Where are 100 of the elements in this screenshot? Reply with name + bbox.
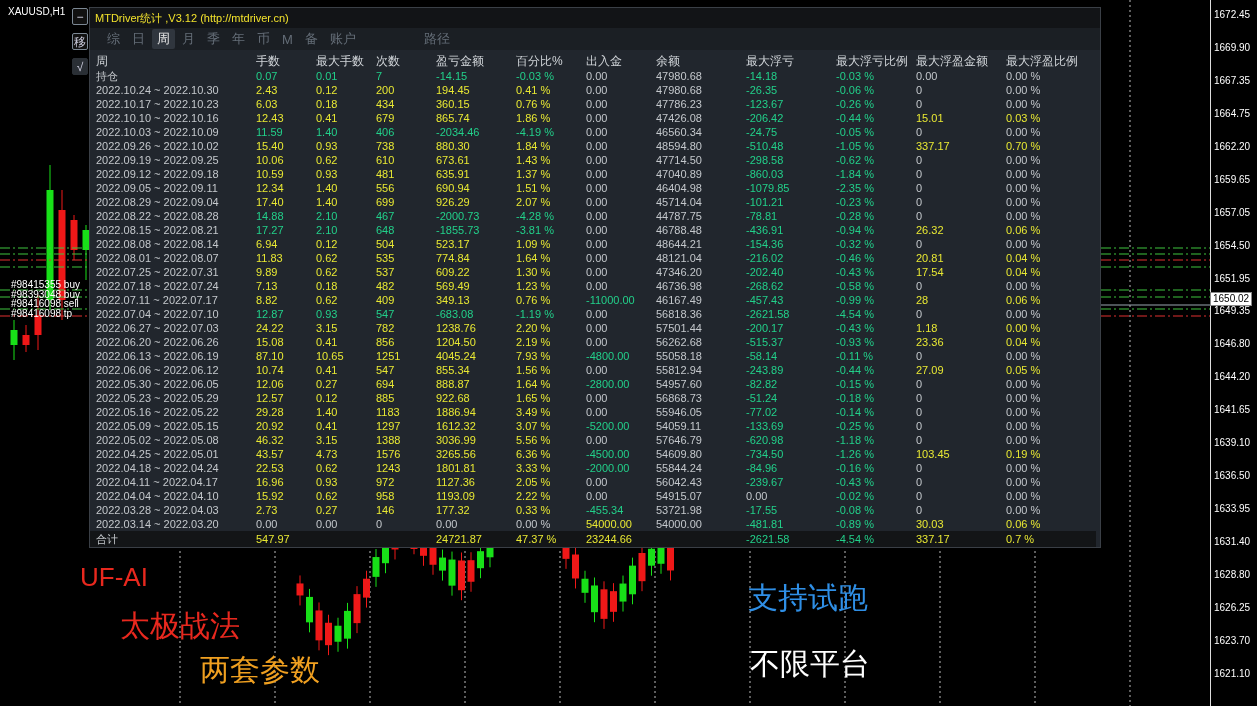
table-cell-text: 1193.09 <box>436 489 476 503</box>
tab[interactable]: 币 <box>252 29 275 49</box>
table-cell-text: 0.00 <box>586 125 609 139</box>
toolbar-button[interactable]: − <box>72 8 88 25</box>
table-cell-text: 1238.76 <box>436 321 477 335</box>
table-cell-text: 2022.05.16 ~ 2022.05.22 <box>96 405 220 419</box>
table-cell-text: 0.62 <box>316 153 339 167</box>
table-cell-text: 43.57 <box>256 447 285 461</box>
table-cell-text: 2022.05.23 ~ 2022.05.29 <box>96 391 220 405</box>
table-cell-text: 337.17 <box>916 139 951 153</box>
tab[interactable]: 周 <box>152 29 175 49</box>
table-cell-text: -2621.58 <box>746 532 791 547</box>
table-cell-text: 0.00 % <box>1006 195 1042 209</box>
table-cell-text: -77.02 <box>746 405 779 419</box>
table-cell-text: -14.18 <box>746 69 779 83</box>
candle <box>315 601 323 651</box>
table-cell-text: -1855.73 <box>436 223 481 237</box>
table-cell-text: 2022.04.04 ~ 2022.04.10 <box>96 489 220 503</box>
table-cell-text: 55844.24 <box>656 461 703 475</box>
tab[interactable]: 备 <box>299 29 323 49</box>
table-cell-text: -481.81 <box>746 517 785 531</box>
table-cell-text: 434 <box>376 97 396 111</box>
table-cell-text: 0.00 % <box>1006 349 1042 363</box>
table-cell-text: 1.40 <box>316 181 339 195</box>
table-cell-text: 1204.50 <box>436 335 477 349</box>
table-cell-text: 2022.05.30 ~ 2022.06.05 <box>96 377 220 391</box>
table-cell-text: 0.00 % <box>1006 153 1042 167</box>
table-cell-text: 0.00 <box>586 321 609 335</box>
column-header: 周 <box>96 53 109 69</box>
table-cell-text: 2022.10.10 ~ 2022.10.16 <box>96 111 220 125</box>
table-cell-text: 0.04 % <box>1006 265 1042 279</box>
tab[interactable]: 季 <box>202 29 225 49</box>
table-cell-text: 2022.08.01 ~ 2022.08.07 <box>96 251 220 265</box>
table-cell-text: 2022.10.24 ~ 2022.10.30 <box>96 83 220 97</box>
table-cell-text: -2800.00 <box>586 377 631 391</box>
table-cell-text: 56818.36 <box>656 307 703 321</box>
table-cell-text: 56042.43 <box>656 475 703 489</box>
table-cell-text: 885 <box>376 391 396 405</box>
table-cell-text: 0.00 <box>916 69 939 83</box>
table-cell-text: 0 <box>916 433 924 447</box>
table-cell-text: -734.50 <box>746 447 785 461</box>
table-cell-text: 46.32 <box>256 433 285 447</box>
column-header: 余额 <box>656 53 681 69</box>
table-cell-text: 20.81 <box>916 251 945 265</box>
tab[interactable]: 月 <box>177 29 200 49</box>
tab[interactable]: 路径 <box>418 29 455 49</box>
tab[interactable]: 综 <box>102 29 125 49</box>
table-cell-text: 610 <box>376 153 396 167</box>
table-cell-text: 0.12 <box>316 391 339 405</box>
tab[interactable]: 账户 <box>324 29 361 49</box>
candle <box>82 224 90 281</box>
table-cell-text: -4.19 % <box>516 125 555 139</box>
table-cell-text: 774.84 <box>436 251 471 265</box>
table-cell-text: 2022.06.20 ~ 2022.06.26 <box>96 335 220 349</box>
table-cell-text: 0.00 % <box>1006 489 1042 503</box>
table-cell-text: 2022.08.15 ~ 2022.08.21 <box>96 223 220 237</box>
tab[interactable]: 日 <box>127 29 150 49</box>
promo-text: 不限平台 <box>750 646 870 682</box>
table-cell-text: -0.06 % <box>836 83 875 97</box>
table-cell-text: 0.00 <box>586 265 609 279</box>
column-header: 最大浮盈金额 <box>916 53 989 69</box>
column-header: 最大浮亏比例 <box>836 53 909 69</box>
table-cell-text: 7 <box>376 69 384 83</box>
table-cell-text: 0.62 <box>316 489 339 503</box>
price-label: 1659.65 <box>1213 173 1252 186</box>
table-cell-text: 54957.60 <box>656 377 703 391</box>
table-cell-text: 46788.48 <box>656 223 703 237</box>
candle <box>581 570 589 604</box>
table-cell-text: 0.00 <box>586 391 609 405</box>
table-cell-text: -14.15 <box>436 69 469 83</box>
table-cell-text: 1127.36 <box>436 475 476 489</box>
candle <box>70 214 78 261</box>
toolbar-button[interactable]: 移 <box>72 33 88 50</box>
table-cell-text: 15.40 <box>256 139 285 153</box>
table-cell-text: 0.00 % <box>1006 237 1042 251</box>
column-header: 最大浮亏 <box>746 53 795 69</box>
table-cell-text: 0 <box>916 181 924 195</box>
table-cell-text: 0.93 <box>316 307 339 321</box>
table-cell-text: 2022.04.25 ~ 2022.05.01 <box>96 447 220 461</box>
candle <box>429 546 437 576</box>
price-label: 1649.35 <box>1213 305 1252 318</box>
column-header: 次数 <box>376 53 401 69</box>
table-cell-text: 3.15 <box>316 433 339 447</box>
table-cell-text: 569.49 <box>436 279 471 293</box>
tab[interactable]: M <box>277 30 298 48</box>
table-cell-text: -510.48 <box>746 139 785 153</box>
table-cell-text: 29.28 <box>256 405 285 419</box>
table-cell-text: -0.03 % <box>836 69 875 83</box>
tab[interactable]: 年 <box>227 29 250 49</box>
table-cell-text: 1886.94 <box>436 405 477 419</box>
table-cell-text: 0.00 <box>316 517 339 531</box>
price-label: 1623.70 <box>1213 634 1252 647</box>
table-cell-text: -2.35 % <box>836 181 875 195</box>
table-cell-text: 673.61 <box>436 153 471 167</box>
table-cell-text: 合计 <box>96 532 119 547</box>
table-cell-text: -0.15 % <box>836 377 875 391</box>
toolbar-button[interactable]: √ <box>72 58 88 75</box>
table-cell-text: -0.32 % <box>836 237 875 251</box>
price-label: 1669.90 <box>1213 41 1252 54</box>
table-cell-text: 2022.09.05 ~ 2022.09.11 <box>96 181 219 195</box>
